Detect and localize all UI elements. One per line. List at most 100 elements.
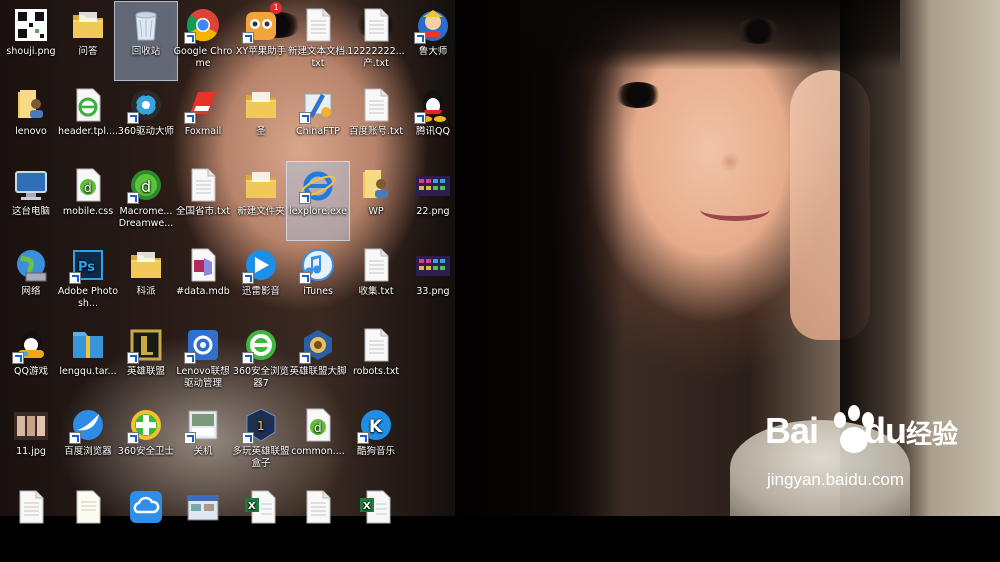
shortcut-arrow-icon xyxy=(242,432,254,444)
guard360-icon xyxy=(127,406,165,444)
desktop-icon-baidu_acct[interactable]: 百度账号.txt xyxy=(345,82,407,160)
desktop-icon-driver360[interactable]: 360驱动大师 xyxy=(115,82,177,160)
shortcut-arrow-icon xyxy=(127,112,139,124)
desktop-icon-label: 鲁大师 xyxy=(418,46,448,57)
desktop-icon-png22[interactable]: 22.png xyxy=(402,162,464,240)
desktop-icon-num_txt[interactable]: 12222222...产.txt xyxy=(345,2,407,80)
lenovo_drv-icon xyxy=(184,326,222,364)
desktop-icon-lenovo[interactable]: lenovo xyxy=(0,82,62,160)
desktop-icon-datamdb[interactable]: #data.mdb xyxy=(172,242,234,320)
desktop-icon-jpg11[interactable]: 11.jpg xyxy=(0,402,62,480)
desktop-icon-label: Macrome... Dreamwe... xyxy=(118,206,174,229)
gear360-icon xyxy=(127,86,165,124)
desktop-icon-label: iTunes xyxy=(303,286,333,297)
desktop-icon-lolhelper[interactable]: 英雄联盟大脚 xyxy=(287,322,349,400)
desktop-icon-xy[interactable]: 1 XY苹果助手 xyxy=(230,2,292,80)
desktop-icon-label: 全国省市.txt xyxy=(175,206,231,217)
desktop-icon-label: Adobe Photosh... xyxy=(57,286,119,309)
desktop-icon-duowan[interactable]: 1 多玩英雄联盟盒子 xyxy=(230,402,292,480)
desktop-icon-label: XY苹果助手 xyxy=(235,46,287,57)
desktop-icon-r7_7[interactable]: X xyxy=(345,484,407,562)
desktop-icon-r7_4[interactable] xyxy=(172,484,234,562)
desktop-icon-iexplore[interactable]: iexplore.exe xyxy=(286,161,350,241)
shutdown-icon xyxy=(184,406,222,444)
desktop-icon-dreamweaver[interactable]: d Macrome... Dreamwe... xyxy=(115,162,177,240)
desktop-icon-thispc[interactable]: 这台电脑 xyxy=(0,162,62,240)
foxmail-icon xyxy=(184,86,222,124)
desktop-icon-newfolder[interactable]: 新建文件夹 xyxy=(230,162,292,240)
desktop-icon-foxmail[interactable]: Foxmail xyxy=(172,82,234,160)
desktop-icon-r7_3[interactable] xyxy=(115,484,177,562)
shortcut-arrow-icon xyxy=(127,432,139,444)
desktop-icon-label: 关机 xyxy=(193,446,213,457)
desktop-icon-wp[interactable]: WP xyxy=(345,162,407,240)
desktop-icon-label: 回收站 xyxy=(131,46,161,57)
svg-text:1: 1 xyxy=(257,419,265,433)
desktop-icon-baidubrowser[interactable]: 百度浏览器 xyxy=(57,402,119,480)
desktop-icon-robots[interactable]: robots.txt xyxy=(345,322,407,400)
desktop-icon-label: mobile.css xyxy=(62,206,114,217)
excel-icon: X xyxy=(357,488,395,526)
desktop-icon-label: 百度账号.txt xyxy=(348,126,404,137)
desktop-icon-png33[interactable]: 33.png xyxy=(402,242,464,320)
cloud-icon xyxy=(127,488,165,526)
desktop-icon-lenovo_drv[interactable]: Lenovo联想驱动管理 xyxy=(172,322,234,400)
desktop-icon-shouji_txt[interactable]: 收集.txt xyxy=(345,242,407,320)
shortcut-arrow-icon xyxy=(414,112,426,124)
desktop-icon-shouji[interactable]: shouji.png xyxy=(0,2,62,80)
desktop-icon-kugou[interactable]: K 酷狗音乐 xyxy=(345,402,407,480)
desktop-icon-chinaftp[interactable]: ChinaFTP xyxy=(287,82,349,160)
desktop-icon-itunes[interactable]: iTunes xyxy=(287,242,349,320)
desktop-icon-label: Foxmail xyxy=(184,126,222,137)
desktop-icon-lengqu[interactable]: lengqu.tar... xyxy=(57,322,119,400)
desktop-icon-r7_2[interactable] xyxy=(57,484,119,562)
desktop-icon-label: lenovo xyxy=(15,126,47,137)
svg-text:K: K xyxy=(369,417,383,437)
desktop-icon-lol[interactable]: 英雄联盟 xyxy=(115,322,177,400)
desktop-icon-mobilecss[interactable]: d mobile.css xyxy=(57,162,119,240)
desktop-icon-r7_6[interactable] xyxy=(287,484,349,562)
folder-icon xyxy=(242,166,280,204)
watermark-brand: Bai xyxy=(765,410,819,451)
desktop-icon-recycle[interactable]: 回收站 xyxy=(114,1,178,81)
watermark-cn: 经验 xyxy=(906,420,959,450)
desktop-icon-xunlei[interactable]: 迅雷影音 xyxy=(230,242,292,320)
shortcut-arrow-icon xyxy=(12,352,24,364)
desktop-icon-network[interactable]: 网络 xyxy=(0,242,62,320)
desktop-icon-photoshop[interactable]: Ps Adobe Photosh... xyxy=(57,242,119,320)
desktop-icon-newtxt1[interactable]: 新建文本文档.txt xyxy=(287,2,349,80)
kugou-icon: K xyxy=(357,406,395,444)
folder-icon xyxy=(69,6,107,44)
desktop-icon-wenda[interactable]: 问答 xyxy=(57,2,119,80)
desktop-icon-guanji[interactable]: 关机 xyxy=(172,402,234,480)
qq-icon xyxy=(414,86,452,124)
desktop-icon-qq[interactable]: 腾讯QQ xyxy=(402,82,464,160)
desktop-icon-quanguo[interactable]: 全国省市.txt xyxy=(172,162,234,240)
txt-icon xyxy=(357,86,395,124)
shortcut-arrow-icon xyxy=(299,112,311,124)
desktop-icon-label: robots.txt xyxy=(352,366,400,377)
watermark-url: jingyan.baidu.com xyxy=(767,470,905,489)
desktop-icon-kepai[interactable]: 科派 xyxy=(115,242,177,320)
desktop-icon-sheng[interactable]: 圣 xyxy=(230,82,292,160)
desktop-icon-ludashi[interactable]: 鲁大师 xyxy=(402,2,464,80)
recycle-icon xyxy=(127,6,165,44)
desktop-icon-chrome[interactable]: Google Chrome xyxy=(172,2,234,80)
desktop-icon-common[interactable]: d common.... xyxy=(287,402,349,480)
shortcut-arrow-icon xyxy=(69,272,81,284)
shortcut-arrow-icon xyxy=(242,32,254,44)
shortcut-arrow-icon xyxy=(299,272,311,284)
shortcut-arrow-icon xyxy=(242,352,254,364)
desktop-icon-guard360[interactable]: 360安全卫士 xyxy=(115,402,177,480)
photo-icon xyxy=(12,406,50,444)
desktop-icon-qqgame[interactable]: QQ游戏 xyxy=(0,322,62,400)
chinaftp-icon xyxy=(299,86,337,124)
desktop-icon-browser360[interactable]: 360安全浏览器7 xyxy=(230,322,292,400)
shortcut-arrow-icon xyxy=(299,192,311,204)
desktop-icon-label: 12222222...产.txt xyxy=(347,46,405,69)
desktop-icon-r7_5[interactable]: X xyxy=(230,484,292,562)
doc-icon xyxy=(69,488,107,526)
watermark-brand-tail: du xyxy=(864,410,907,451)
desktop-icon-r7_1[interactable] xyxy=(0,484,62,562)
desktop-icon-header[interactable]: header.tpl.... xyxy=(57,82,119,160)
